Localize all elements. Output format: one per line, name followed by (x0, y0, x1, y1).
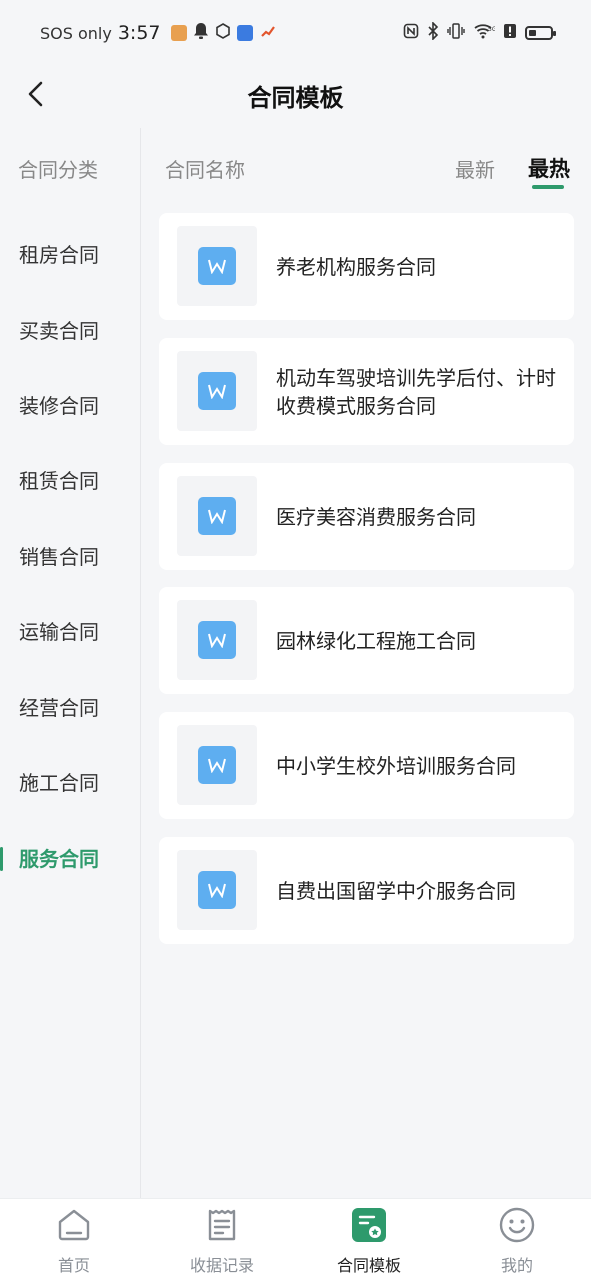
column-label: 合同名称 (165, 158, 245, 182)
runner-icon (259, 23, 277, 43)
nfc-icon (403, 23, 419, 43)
sidebar-item-label: 买卖合同 (19, 319, 99, 343)
sidebar-item-label: 装修合同 (19, 394, 99, 418)
word-doc-icon (198, 372, 236, 410)
contract-title: 园林绿化工程施工合同 (276, 628, 476, 653)
alert-icon (503, 23, 517, 43)
cube-icon (215, 23, 231, 43)
vibrate-icon (447, 23, 465, 43)
active-indicator (0, 847, 3, 871)
sidebar-item-label: 租赁合同 (19, 469, 99, 493)
header: 合同模板 (0, 66, 591, 124)
wifi-icon: 5G (473, 23, 497, 43)
battery-icon (525, 26, 556, 40)
word-doc-icon (198, 746, 236, 784)
sidebar-item-sales[interactable]: 销售合同 (0, 533, 140, 573)
word-doc-icon (198, 247, 236, 285)
word-doc-icon (198, 497, 236, 535)
sidebar-item-service[interactable]: 服务合同 (0, 835, 140, 875)
sidebar-item-operation[interactable]: 经营合同 (0, 684, 140, 724)
sidebar-item-label: 经营合同 (19, 696, 99, 720)
nav-tab-label: 首页 (57, 1256, 90, 1275)
contract-card[interactable]: 园林绿化工程施工合同 (159, 587, 574, 694)
doc-thumbnail (177, 226, 257, 306)
nav-tab-label: 收据记录 (189, 1256, 254, 1275)
sidebar-item-label: 运输合同 (19, 620, 99, 644)
sidebar-heading: 合同分类 (18, 158, 98, 182)
word-doc-icon (198, 621, 236, 659)
app-notification-icon (170, 25, 187, 41)
doc-thumbnail (177, 351, 257, 431)
nav-tab-label: 我的 (500, 1256, 533, 1275)
sidebar-item-label: 销售合同 (19, 545, 99, 569)
sort-newest-tab[interactable]: 最新 (455, 154, 495, 183)
word-doc-icon (198, 871, 236, 909)
nav-tab-home[interactable]: 首页 (14, 1199, 134, 1281)
smiley-profile-icon (499, 1207, 535, 1243)
contract-card[interactable]: 机动车驾驶培训先学后付、计时收费模式服务合同 (159, 338, 574, 445)
bluetooth-icon (427, 21, 439, 44)
sort-hottest-tab[interactable]: 最热 (528, 153, 570, 183)
sidebar-item-renovation[interactable]: 装修合同 (0, 382, 140, 422)
home-icon (58, 1209, 90, 1241)
active-sort-underline (532, 185, 564, 189)
bird-app-icon (236, 25, 253, 41)
contract-title: 养老机构服务合同 (276, 254, 436, 279)
sidebar-item-label: 施工合同 (19, 771, 99, 795)
bottom-nav: 首页 收据记录 合同模板 我的 (0, 1198, 591, 1281)
sidebar-item-construction[interactable]: 施工合同 (0, 759, 140, 799)
svg-text:5G: 5G (488, 26, 495, 33)
clock: 3:57 (117, 22, 161, 44)
doc-thumbnail (177, 725, 257, 805)
sidebar-item-lease[interactable]: 租赁合同 (0, 457, 140, 497)
doc-thumbnail (177, 476, 257, 556)
contract-template-icon (352, 1208, 386, 1242)
nav-tab-contract-templates[interactable]: 合同模板 (309, 1199, 429, 1281)
sidebar-item-rental-house[interactable]: 租房合同 (0, 231, 140, 271)
receipt-icon (208, 1209, 236, 1241)
contract-title: 自费出国留学中介服务合同 (276, 878, 516, 903)
nav-tab-receipts[interactable]: 收据记录 (162, 1199, 282, 1281)
sidebar-item-sale[interactable]: 买卖合同 (0, 307, 140, 347)
doc-thumbnail (177, 600, 257, 680)
contract-title: 医疗美容消费服务合同 (276, 504, 476, 529)
contract-title: 机动车驾驶培训先学后付、计时收费模式服务合同 (276, 365, 556, 418)
contract-card[interactable]: 养老机构服务合同 (159, 213, 574, 320)
sidebar-item-label: 租房合同 (19, 243, 99, 267)
carrier-text: SOS only (40, 23, 112, 43)
nav-tab-profile[interactable]: 我的 (457, 1199, 577, 1281)
contract-title: 中小学生校外培训服务合同 (276, 753, 516, 778)
sidebar-item-label: 服务合同 (19, 847, 99, 871)
nav-tab-label: 合同模板 (336, 1256, 401, 1275)
page-title: 合同模板 (247, 84, 344, 112)
category-sidebar: 合同分类 租房合同 买卖合同 装修合同 租赁合同 销售合同 运输合同 经营合同 … (0, 128, 141, 1198)
doc-thumbnail (177, 850, 257, 930)
bell-icon (193, 22, 209, 44)
contract-card[interactable]: 医疗美容消费服务合同 (159, 463, 574, 570)
sidebar-item-transport[interactable]: 运输合同 (0, 608, 140, 648)
contract-card[interactable]: 中小学生校外培训服务合同 (159, 712, 574, 819)
contract-card[interactable]: 自费出国留学中介服务合同 (159, 837, 574, 944)
status-bar: SOS only 3:57 5G (0, 0, 591, 66)
